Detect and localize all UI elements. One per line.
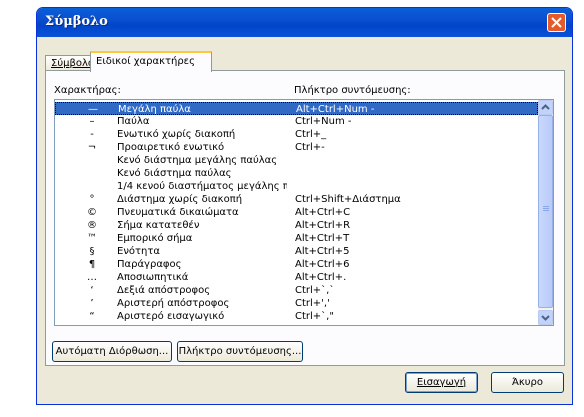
grip-line bbox=[543, 206, 549, 207]
shortcut-text: Ctrl+',' bbox=[295, 298, 330, 309]
grip-line bbox=[543, 208, 549, 209]
title-bar[interactable]: Σύμβολο bbox=[37, 8, 572, 37]
tab-special-characters-label: Ειδικοί χαρακτήρες bbox=[96, 56, 195, 67]
grip-line bbox=[543, 210, 549, 211]
list-item[interactable]: ‘ Δεξιά απόστροφος Ctrl+`,` bbox=[55, 284, 538, 297]
list-item[interactable]: ™ Εμπορικό σήμα Alt+Ctrl+T bbox=[55, 232, 538, 245]
character-name: Πνευματικά δικαιώματα bbox=[117, 207, 239, 218]
autocorrect-label: Αυτόματη Διόρθωση... bbox=[55, 346, 169, 357]
symbol-glyph: ‑ bbox=[90, 129, 94, 140]
symbol-glyph: … bbox=[87, 272, 97, 283]
autocorrect-button[interactable]: Αυτόματη Διόρθωση... bbox=[52, 341, 172, 362]
scroll-down-button[interactable] bbox=[538, 310, 553, 325]
symbol-glyph: – bbox=[89, 116, 95, 127]
character-header: Χαρακτήρας: bbox=[54, 85, 121, 96]
shortcut-text: Ctrl+Num - bbox=[295, 116, 352, 127]
shortcut-header: Πλήκτρο συντόμευσης: bbox=[294, 85, 411, 96]
shortcut-text: Ctrl+_ bbox=[295, 129, 327, 140]
list-item[interactable]: § Ενότητα Alt+Ctrl+5 bbox=[55, 245, 538, 258]
insert-button[interactable]: Εισαγωγή bbox=[405, 372, 478, 393]
character-name: Κενό διάστημα μεγάλης παύλας bbox=[117, 155, 278, 166]
list-item[interactable]: ’ Αριστερή απόστροφος Ctrl+',' bbox=[55, 297, 538, 310]
close-icon bbox=[551, 17, 562, 28]
special-characters-list[interactable]: — Μεγάλη παύλα Alt+Ctrl+Num - – Παύλα Ctrl+Nu… bbox=[54, 99, 554, 326]
character-name: Παύλα bbox=[117, 116, 150, 127]
scroll-up-button[interactable] bbox=[538, 100, 553, 115]
shortcut-text: Alt+Ctrl+. bbox=[295, 272, 347, 283]
shortcut-text: Alt+Ctrl+T bbox=[295, 233, 350, 244]
list-item[interactable]: — Μεγάλη παύλα Alt+Ctrl+Num - bbox=[55, 102, 538, 115]
shortcut-key-button[interactable]: Πλήκτρο συντόμευσης... bbox=[177, 341, 303, 362]
character-name: Αριστερό εισαγωγικό bbox=[117, 311, 225, 322]
symbol-glyph: ¶ bbox=[88, 259, 96, 270]
character-name: 1/4 κενού διαστήματος μεγάλης πα... bbox=[117, 181, 287, 192]
list-item[interactable]: ¬ Προαιρετικό ενωτικό Ctrl+- bbox=[55, 141, 538, 154]
list-item[interactable]: 1/4 κενού διαστήματος μεγάλης πα... bbox=[55, 180, 538, 193]
tab-symbols-label: Σύμβολα bbox=[51, 58, 95, 69]
list-item[interactable]: ° Διάστημα χωρίς διακοπή Ctrl+Shift+Διάστη… bbox=[55, 193, 538, 206]
scroll-thumb[interactable] bbox=[538, 115, 553, 308]
vertical-scrollbar[interactable] bbox=[538, 100, 553, 325]
shortcut-key-label: Πλήκτρο συντόμευσης... bbox=[178, 346, 302, 357]
symbol-glyph: © bbox=[87, 207, 97, 218]
character-name: Κενό διάστημα παύλας bbox=[117, 168, 232, 179]
list-item[interactable]: Κενό διάστημα παύλας bbox=[55, 167, 538, 180]
list-item[interactable]: © Πνευματικά δικαιώματα Alt+Ctrl+C bbox=[55, 206, 538, 219]
symbol-glyph: ® bbox=[87, 220, 97, 231]
shortcut-text: Ctrl+Shift+Διάστημα bbox=[295, 194, 401, 205]
list-item[interactable]: ¶ Παράγραφος Alt+Ctrl+6 bbox=[55, 258, 538, 271]
character-name: Προαιρετικό ενωτικό bbox=[117, 142, 225, 153]
shortcut-text: Alt+Ctrl+6 bbox=[295, 259, 350, 270]
character-name: Εμπορικό σήμα bbox=[117, 233, 193, 244]
list-item[interactable]: ‑ Ενωτικό χωρίς διακοπή Ctrl+_ bbox=[55, 128, 538, 141]
chevron-down-icon bbox=[541, 315, 550, 321]
character-name: Αριστερή απόστροφος bbox=[117, 298, 230, 309]
shortcut-text: Alt+Ctrl+R bbox=[295, 220, 351, 231]
shortcut-text: Alt+Ctrl+C bbox=[295, 207, 351, 218]
cancel-button[interactable]: Άκυρο bbox=[491, 372, 564, 393]
shortcut-text: Ctrl+`,` bbox=[295, 285, 335, 296]
symbol-glyph: § bbox=[89, 246, 95, 257]
list-item[interactable]: … Αποσιωπητικά Alt+Ctrl+. bbox=[55, 271, 538, 284]
character-name: Ενότητα bbox=[117, 246, 160, 257]
list-item[interactable]: – Παύλα Ctrl+Num - bbox=[55, 115, 538, 128]
insert-label: Εισαγωγή bbox=[416, 377, 467, 388]
dialog-title: Σύμβολο bbox=[45, 14, 108, 29]
list-item[interactable]: ® Σήμα κατατεθέν Alt+Ctrl+R bbox=[55, 219, 538, 232]
list-item[interactable]: “ Αριστερό εισαγωγικό Ctrl+`," bbox=[55, 310, 538, 323]
character-name: Ενωτικό χωρίς διακοπή bbox=[117, 129, 236, 140]
shortcut-text: Alt+Ctrl+5 bbox=[295, 246, 350, 257]
symbol-glyph: ¬ bbox=[87, 142, 97, 153]
symbol-glyph: ™ bbox=[87, 233, 97, 244]
character-name: Δεξιά απόστροφος bbox=[117, 285, 211, 296]
character-name: Διάστημα χωρίς διακοπή bbox=[117, 194, 243, 205]
symbol-glyph: ‘ bbox=[90, 285, 94, 296]
shortcut-text: Ctrl+`," bbox=[295, 311, 334, 322]
shortcut-text: Ctrl+- bbox=[295, 142, 325, 153]
symbol-dialog: Σύμβολο Σύμβολα Ειδικοί χαρακτήρες Χαρακ… bbox=[36, 7, 573, 405]
list-item[interactable]: Κενό διάστημα μεγάλης παύλας bbox=[55, 154, 538, 167]
close-button[interactable] bbox=[547, 13, 566, 32]
cancel-label: Άκυρο bbox=[511, 377, 544, 388]
chevron-up-icon bbox=[541, 104, 550, 110]
symbol-glyph: “ bbox=[89, 311, 95, 322]
symbol-glyph: ° bbox=[89, 194, 95, 205]
tab-special-characters[interactable]: Ειδικοί χαρακτήρες bbox=[90, 51, 212, 72]
character-name: Αποσιωπητικά bbox=[117, 272, 189, 283]
symbol-glyph: ’ bbox=[90, 298, 94, 309]
character-name: Παράγραφος bbox=[117, 259, 182, 270]
tab-panel: Χαρακτήρας: Πλήκτρο συντόμευσης: — Μεγάλη… bbox=[45, 70, 565, 366]
character-name: Σήμα κατατεθέν bbox=[117, 220, 200, 231]
